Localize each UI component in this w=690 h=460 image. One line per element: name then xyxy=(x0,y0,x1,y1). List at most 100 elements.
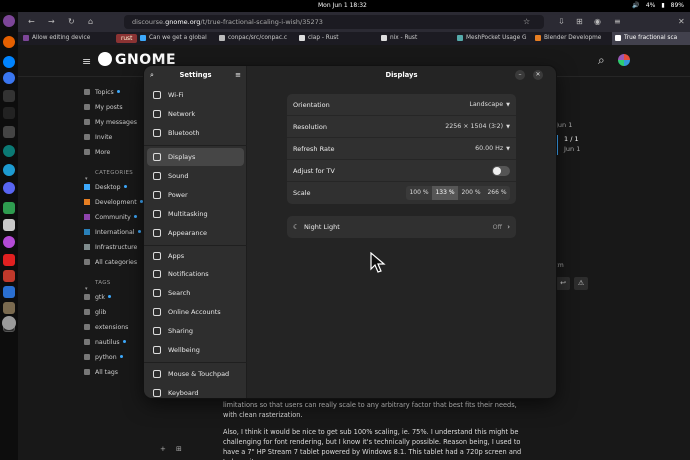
sidebar-item-notifications[interactable]: Notifications xyxy=(147,265,244,283)
hamburger-menu-icon[interactable]: ≡ xyxy=(82,55,91,68)
scale-option-200[interactable]: 200 % xyxy=(458,186,484,200)
notification-button[interactable]: ⚠ xyxy=(574,277,588,290)
clock[interactable]: Mon Jun 1 18:32 xyxy=(318,2,367,9)
tab-2[interactable]: Can we get a global xyxy=(137,32,215,45)
panel-title: Displays xyxy=(385,71,418,79)
sidebar-item-wifi[interactable]: Wi-Fi xyxy=(147,86,244,104)
unread-dot xyxy=(122,340,126,343)
forward-icon[interactable]: → xyxy=(48,17,55,26)
resolution-dropdown[interactable]: 2256 × 1504 (3∶2) ▼ xyxy=(445,116,510,138)
grid-icon[interactable]: ⊞ xyxy=(176,445,182,453)
home-icon[interactable]: ⌂ xyxy=(88,17,93,26)
scale-label: Scale xyxy=(293,189,311,197)
minimize-icon[interactable]: – xyxy=(515,70,525,80)
displays-header: Displays – ✕ xyxy=(247,66,556,84)
sidebar-divider xyxy=(144,245,247,246)
sidebar-item-keyboard[interactable]: Keyboard xyxy=(147,384,244,398)
sidebar-item-mouse-touchpad[interactable]: Mouse & Touchpad xyxy=(147,365,244,383)
discord-icon[interactable] xyxy=(3,182,15,194)
settings-sidebar-header: ⌕ Settings ≡ xyxy=(144,66,247,84)
menu-icon[interactable]: ≡ xyxy=(614,17,621,26)
tab-favicon xyxy=(535,35,541,41)
gimp-icon[interactable] xyxy=(3,302,15,314)
scale-option-266[interactable]: 266 % xyxy=(484,186,510,200)
spreadsheet-icon[interactable] xyxy=(3,202,15,214)
timeline-handle[interactable] xyxy=(556,135,558,155)
power-icon xyxy=(153,191,161,199)
back-icon[interactable]: ← xyxy=(28,17,35,26)
scale-option-100[interactable]: 100 % xyxy=(406,186,432,200)
edge-icon[interactable] xyxy=(3,164,15,176)
sidebar-item-wellbeing[interactable]: Wellbeing xyxy=(147,341,244,359)
matrix-icon[interactable] xyxy=(3,107,15,119)
post-body: reason for this limitation, but in the f… xyxy=(223,390,523,460)
sidebar-item-multitasking[interactable]: Multitasking xyxy=(147,205,244,223)
sidebar-item-displays[interactable]: Displays xyxy=(147,148,244,166)
downloads-icon[interactable]: ⇩ xyxy=(558,17,565,26)
adjust-tv-toggle[interactable] xyxy=(492,166,510,176)
night-light-row[interactable]: ☾ Night Light Off › xyxy=(287,216,516,238)
signal-icon[interactable] xyxy=(3,72,15,84)
add-icon[interactable]: + xyxy=(160,445,166,453)
store-icon[interactable] xyxy=(3,270,15,282)
sidebar-item-online-accounts[interactable]: Online Accounts xyxy=(147,303,244,321)
tab-active[interactable]: True fractional sca xyxy=(612,32,690,45)
messenger-icon[interactable] xyxy=(3,56,15,68)
sidebar-item-search[interactable]: Search xyxy=(147,284,244,302)
terminal-icon[interactable] xyxy=(3,90,15,102)
firefox-icon[interactable] xyxy=(3,36,15,48)
orientation-label: Orientation xyxy=(293,101,330,109)
refresh-rate-row[interactable]: Refresh Rate 60.00 Hz ▼ xyxy=(287,138,516,160)
tag-icon xyxy=(84,309,90,315)
tab-favicon xyxy=(381,35,387,41)
sidebar-item-apps[interactable]: Apps xyxy=(147,247,244,265)
unread-dot xyxy=(116,90,120,93)
sidebar-item-sound[interactable]: Sound xyxy=(147,167,244,185)
adjust-tv-row[interactable]: Adjust for TV xyxy=(287,160,516,182)
unread-dot xyxy=(137,230,141,233)
tag-icon xyxy=(84,354,90,360)
teams-icon[interactable] xyxy=(3,126,15,138)
youtube-icon[interactable] xyxy=(3,254,15,266)
tab-4[interactable]: clap - Rust xyxy=(296,32,372,45)
settings-gear-icon[interactable] xyxy=(2,316,16,330)
account-icon[interactable]: ◉ xyxy=(594,17,601,26)
sidebar-item-network[interactable]: Network xyxy=(147,105,244,123)
tor-browser-icon[interactable] xyxy=(3,15,15,27)
bookmark-star-icon[interactable]: ☆ xyxy=(523,17,530,26)
hamburger-menu-icon[interactable]: ≡ xyxy=(235,66,241,84)
topics-icon xyxy=(84,89,90,95)
sidebar-item-power[interactable]: Power xyxy=(147,186,244,204)
orientation-dropdown[interactable]: Landscape ▼ xyxy=(469,94,510,116)
toggle-knob xyxy=(493,167,501,175)
blue-app-icon[interactable] xyxy=(3,286,15,298)
resolution-row[interactable]: Resolution 2256 × 1504 (3∶2) ▼ xyxy=(287,116,516,138)
search-icon[interactable]: ⌕ xyxy=(598,53,605,68)
sidebar-item-sharing[interactable]: Sharing xyxy=(147,322,244,340)
system-status-area[interactable]: 🔊 4% ▮ 89% xyxy=(632,2,684,9)
refresh-rate-dropdown[interactable]: 60.00 Hz ▼ xyxy=(475,138,510,160)
tab-0[interactable]: Allow editing device xyxy=(20,32,102,45)
sidebar-item-appearance[interactable]: Appearance xyxy=(147,224,244,242)
sidebar-item-bluetooth[interactable]: Bluetooth xyxy=(147,124,244,142)
tab-3[interactable]: conpac/src/conpac.c xyxy=(216,32,292,45)
window-close-icon[interactable]: ✕ xyxy=(678,17,685,26)
avatar[interactable] xyxy=(618,54,630,66)
tab-6[interactable]: MeshPocket Usage G xyxy=(454,32,530,45)
search-icon[interactable]: ⌕ xyxy=(150,66,154,84)
window-close-icon[interactable]: ✕ xyxy=(533,70,543,80)
notes-icon[interactable] xyxy=(3,219,15,231)
gear-app-icon[interactable] xyxy=(3,145,15,157)
inkscape-icon[interactable] xyxy=(3,236,15,248)
category-swatch xyxy=(84,184,90,190)
orientation-row[interactable]: Orientation Landscape ▼ xyxy=(287,94,516,116)
scale-option-133[interactable]: 133 % xyxy=(432,186,458,200)
tab-5[interactable]: nix - Rust xyxy=(378,32,454,45)
reload-icon[interactable]: ↻ xyxy=(68,17,75,26)
reply-button[interactable]: ↩ xyxy=(556,277,570,290)
tab-7[interactable]: Blender Developme xyxy=(532,32,610,45)
extensions-icon[interactable]: ⊞ xyxy=(576,17,583,26)
tab-group-chip[interactable]: rust xyxy=(116,34,138,43)
address-bar[interactable]: discourse.gnome.org/t/true-fractional-sc… xyxy=(124,15,544,29)
night-light-label: Night Light xyxy=(304,223,340,231)
